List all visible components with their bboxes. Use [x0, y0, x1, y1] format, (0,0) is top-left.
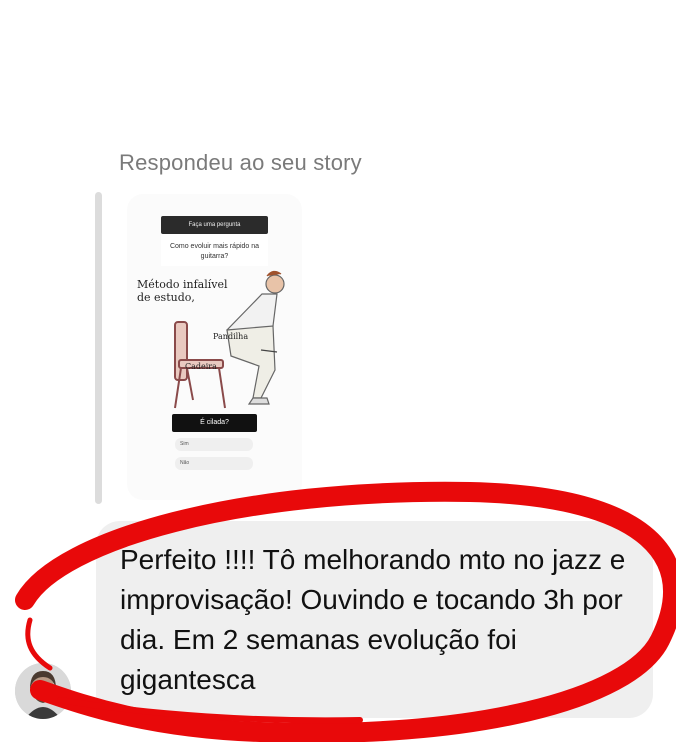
story-thumbnail[interactable]: Faça uma pergunta Como evoluir mais rápi…: [127, 194, 302, 500]
story-reply-label: Respondeu ao seu story: [119, 150, 362, 175]
avatar-photo-icon: [15, 663, 71, 719]
poll-option-no: Não: [175, 457, 253, 470]
story-question-text: Como evoluir mais rápido na guitarra?: [161, 234, 268, 266]
meme-label-chair: Cadeira: [185, 362, 217, 371]
story-question-header: Faça uma pergunta: [161, 216, 268, 234]
poll-option-yes: Sim: [175, 438, 253, 451]
message-text: Perfeito !!!! Tô melhorando mto no jazz …: [120, 544, 626, 695]
avatar[interactable]: [15, 663, 71, 719]
quote-bar: [95, 192, 102, 504]
meme-caption: Método infalível de estudo,: [137, 278, 228, 304]
meme-label-person: Pandilha: [213, 332, 249, 341]
poll-title: É cilada?: [172, 414, 257, 432]
